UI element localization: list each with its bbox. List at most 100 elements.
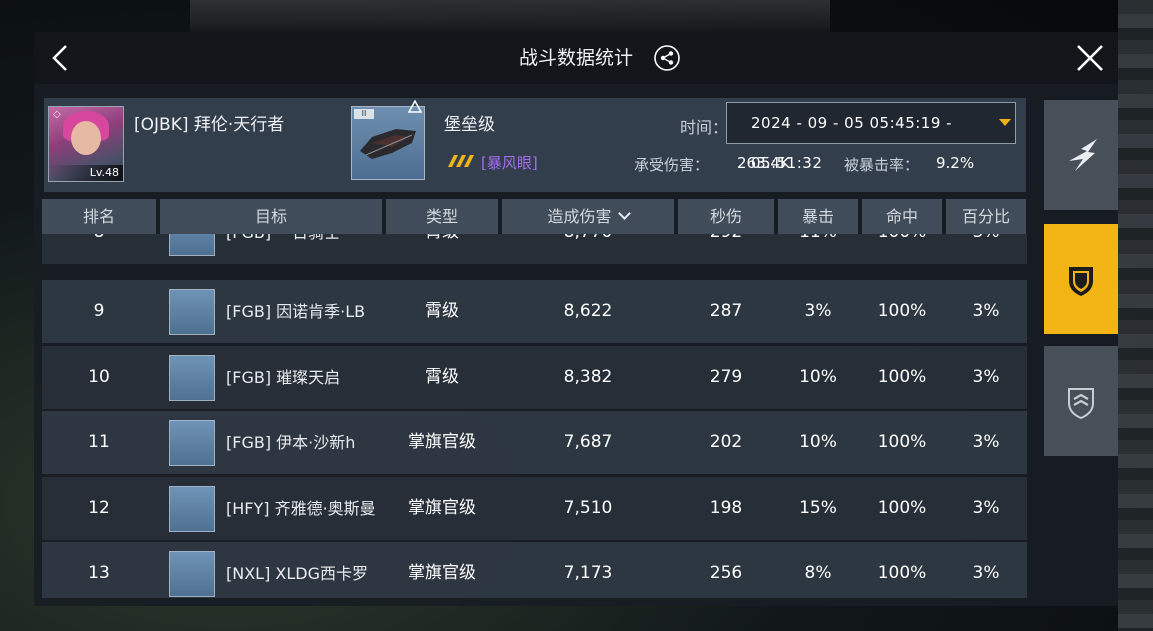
rank-cell: 13 — [88, 563, 110, 583]
column-header-dps[interactable]: 秒伤 — [678, 199, 774, 234]
percent-cell: 3% — [972, 498, 1000, 518]
hit-cell: 100% — [877, 563, 927, 583]
target-cell: [FGB] 璀璨天启 — [226, 368, 341, 387]
percent-cell: 3% — [972, 367, 1000, 387]
repair-shield-icon — [1068, 388, 1094, 420]
type-cell: 掌旗官级 — [408, 432, 476, 452]
back-arrow-icon — [52, 45, 67, 71]
column-header-damage[interactable]: 造成伤害 — [502, 199, 674, 234]
crit-cell: 10% — [799, 367, 837, 387]
table-header: 排名 目标 类型 造成伤害 秒伤 暴击 命中 百分比 — [42, 199, 1027, 234]
column-header-damage-label: 造成伤害 — [547, 207, 612, 226]
upgrade-arrow-icon — [408, 100, 422, 113]
sort-down-icon — [617, 207, 631, 220]
dps-cell: 292 — [678, 234, 774, 264]
column-header-crit[interactable]: 暴击 — [778, 199, 858, 234]
percent-cell: 3% — [972, 563, 1000, 583]
dps-cell: 198 — [709, 498, 743, 518]
crit-rate-label: 被暴击率： — [844, 156, 920, 174]
hit-cell: 100% — [877, 367, 927, 387]
battle-stats-panel: 战斗数据统计 ◇ Lv.48 [OJBK] 拜伦·天行者 II 堡垒级 [暴风眼… — [34, 32, 1118, 606]
hit-cell: 100% — [877, 301, 927, 321]
type-cell: 掌旗官级 — [408, 498, 476, 518]
rank-cell: 11 — [88, 432, 110, 452]
skill-name: [暴风眼] — [481, 154, 538, 172]
dps-cell: 279 — [709, 367, 743, 387]
table-row[interactable]: 13 [NXL] XLDG西卡罗 掌旗官级 7,173 256 8% 100% … — [42, 542, 1027, 598]
target-cell: [HFY] 齐雅德·奥斯曼 — [226, 499, 376, 518]
column-header-rank[interactable]: 排名 — [42, 199, 156, 234]
ship-thumb-icon — [169, 234, 215, 256]
target-cell: [FGB] 因诺肯季·LB — [226, 302, 366, 321]
column-header-target[interactable]: 目标 — [160, 199, 382, 234]
damage-cell: 8,382 — [563, 367, 613, 387]
table-row[interactable]: 8 [FGB] 一日骑士 霄级 8,770 292 11% 100% 3% — [42, 234, 1027, 264]
table-row[interactable]: 11 [FGB] 伊本·沙新h 掌旗官级 7,687 202 10% 100% … — [42, 411, 1027, 474]
time-label: 时间： — [680, 118, 729, 137]
crit-cell: 15% — [799, 498, 837, 518]
page-title: 战斗数据统计 — [518, 47, 633, 69]
ship-thumb-icon — [169, 289, 215, 335]
damage-table[interactable]: 8 [FGB] 一日骑士 霄级 8,770 292 11% 100% 3% 9 … — [42, 234, 1027, 598]
close-icon — [1077, 45, 1103, 71]
avatar[interactable]: ◇ Lv.48 — [48, 106, 124, 182]
player-summary: ◇ Lv.48 [OJBK] 拜伦·天行者 II 堡垒级 [暴风眼] 时间： 2… — [44, 98, 1026, 192]
tab-attack[interactable] — [1044, 100, 1118, 210]
crit-cell: 3% — [804, 301, 832, 321]
crit-cell: 11% — [778, 234, 858, 264]
ship-thumb-icon — [169, 420, 215, 466]
damage-cell: 7,510 — [563, 498, 613, 518]
table-row[interactable]: 9 [FGB] 因诺肯季·LB 霄级 8,622 287 3% 100% 3% — [42, 280, 1027, 343]
target-cell: [FGB] 伊本·沙新h — [226, 433, 356, 452]
target-cell: [NXL] XLDG西卡罗 — [226, 564, 369, 583]
hit-cell: 100% — [877, 432, 927, 452]
type-cell: 掌旗官级 — [408, 563, 476, 583]
ship-class: 堡垒级 — [444, 115, 495, 135]
background-ship-right — [1118, 0, 1153, 631]
ship-thumb-icon — [169, 486, 215, 532]
skill-rank-icon — [448, 155, 474, 167]
share-icon — [654, 45, 680, 71]
share-button[interactable] — [654, 45, 680, 71]
crit-rate-value: 9.2% — [936, 154, 975, 172]
damage-cell: 8,770 — [502, 234, 674, 264]
table-row[interactable]: 10 [FGB] 璀璨天启 霄级 8,382 279 10% 100% 3% — [42, 346, 1027, 409]
hit-cell: 100% — [862, 234, 942, 264]
crit-cell: 10% — [799, 432, 837, 452]
player-name: [OJBK] 拜伦·天行者 — [134, 115, 285, 135]
type-cell: 霄级 — [386, 234, 498, 264]
type-cell: 霄级 — [425, 301, 459, 321]
tab-repair[interactable] — [1044, 346, 1118, 456]
attack-icon — [1069, 139, 1097, 171]
rank-badge-icon: ◇ — [53, 109, 61, 120]
damage-cell: 8,622 — [563, 301, 613, 321]
type-cell: 霄级 — [425, 367, 459, 387]
column-header-hit[interactable]: 命中 — [862, 199, 942, 234]
player-level: Lv.48 — [49, 165, 123, 181]
column-header-percent[interactable]: 百分比 — [946, 199, 1026, 234]
tab-defense[interactable] — [1044, 224, 1118, 334]
crit-cell: 8% — [804, 563, 832, 583]
back-button[interactable] — [46, 42, 78, 74]
dps-cell: 256 — [709, 563, 743, 583]
rank-cell: 10 — [88, 367, 110, 387]
ship-image[interactable]: II — [351, 106, 425, 180]
time-range-dropdown[interactable]: 2024 - 09 - 05 05:45:19 - 05:51:32 — [726, 102, 1016, 172]
target-cell: [FGB] 一日骑士 — [226, 234, 386, 264]
ship-silhouette-icon — [360, 129, 416, 159]
column-header-type[interactable]: 类型 — [386, 199, 498, 234]
title-bar: 战斗数据统计 — [34, 32, 1118, 84]
table-row[interactable]: 12 [HFY] 齐雅德·奥斯曼 掌旗官级 7,510 198 15% 100%… — [42, 477, 1027, 540]
rank-cell: 12 — [88, 498, 110, 518]
rank-cell: 9 — [93, 301, 105, 321]
ship-thumb-icon — [169, 355, 215, 401]
damage-taken-label: 承受伤害： — [634, 156, 710, 174]
dps-cell: 287 — [709, 301, 743, 321]
close-button[interactable] — [1074, 42, 1106, 74]
damage-taken-value: 263.4K — [737, 154, 790, 172]
hit-cell: 100% — [877, 498, 927, 518]
ship-thumb-icon — [169, 551, 215, 597]
percent-cell: 3% — [946, 234, 1026, 264]
percent-cell: 3% — [972, 432, 1000, 452]
dps-cell: 202 — [709, 432, 743, 452]
